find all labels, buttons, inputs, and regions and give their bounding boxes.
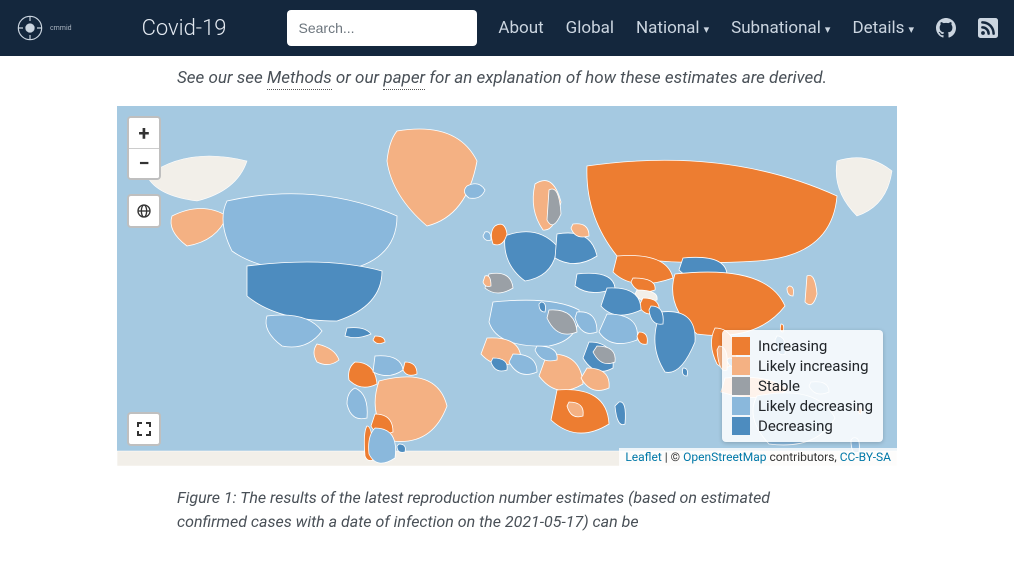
legend-label: Increasing	[758, 336, 827, 356]
zoom-out-button[interactable]: −	[129, 148, 159, 178]
paper-link[interactable]: paper	[383, 68, 425, 90]
brand-logo[interactable]: cmmid	[16, 14, 72, 42]
legend-item: Increasing	[732, 336, 873, 356]
nav-national-label: National	[636, 18, 700, 38]
fullscreen-icon	[137, 422, 151, 436]
rss-icon[interactable]	[978, 18, 998, 38]
brand-title[interactable]: Covid-19	[142, 16, 227, 41]
legend-item: Decreasing	[732, 416, 873, 436]
nav-subnational[interactable]: Subnational ▾	[731, 18, 830, 38]
license-link[interactable]: CC-BY-SA	[840, 450, 891, 464]
search-input[interactable]	[287, 10, 477, 46]
legend-label: Decreasing	[758, 416, 833, 436]
fullscreen-button[interactable]	[127, 412, 161, 446]
nav-global[interactable]: Global	[566, 18, 614, 38]
nav-national[interactable]: National ▾	[636, 18, 709, 38]
legend-label: Likely increasing	[758, 356, 869, 376]
legend-swatch	[732, 377, 750, 395]
legend-item: Likely decreasing	[732, 396, 873, 416]
legend-item: Likely increasing	[732, 356, 873, 376]
leaflet-link[interactable]: Leaflet	[625, 450, 661, 464]
world-map[interactable]: + − IncreasingLikely increasingStableLik…	[117, 106, 897, 466]
zoom-control: + −	[127, 116, 161, 180]
osm-link[interactable]: OpenStreetMap	[683, 450, 766, 464]
lshtm-logo-icon	[16, 14, 44, 42]
figure-caption: Figure 1: The results of the latest repr…	[177, 486, 837, 536]
legend-label: Stable	[758, 376, 800, 396]
github-icon[interactable]	[936, 18, 956, 38]
reset-view-button[interactable]	[127, 194, 161, 228]
globe-icon	[136, 203, 152, 219]
legend-swatch	[732, 357, 750, 375]
legend-swatch	[732, 397, 750, 415]
legend-swatch	[732, 417, 750, 435]
chevron-down-icon: ▾	[704, 23, 710, 36]
nav-subnational-label: Subnational	[731, 18, 821, 38]
intro-text: See our see Methods or our paper for an …	[177, 66, 837, 92]
zoom-in-button[interactable]: +	[129, 118, 159, 148]
nav-about[interactable]: About	[498, 18, 543, 38]
nav-items: About Global National ▾ Subnational ▾ De…	[498, 18, 998, 38]
brand-subtitle: cmmid	[50, 25, 72, 32]
nav-details-label: Details	[852, 18, 904, 38]
chevron-down-icon: ▾	[825, 23, 831, 36]
nav-details[interactable]: Details ▾	[852, 18, 914, 38]
legend-swatch	[732, 337, 750, 355]
top-navbar: cmmid Covid-19 About Global National ▾ S…	[0, 0, 1014, 56]
chevron-down-icon: ▾	[908, 23, 914, 36]
legend-item: Stable	[732, 376, 873, 396]
methods-link[interactable]: Methods	[267, 68, 332, 90]
map-legend: IncreasingLikely increasingStableLikely …	[722, 330, 883, 442]
map-attribution: Leaflet | © OpenStreetMap contributors, …	[619, 448, 897, 466]
legend-label: Likely decreasing	[758, 396, 873, 416]
